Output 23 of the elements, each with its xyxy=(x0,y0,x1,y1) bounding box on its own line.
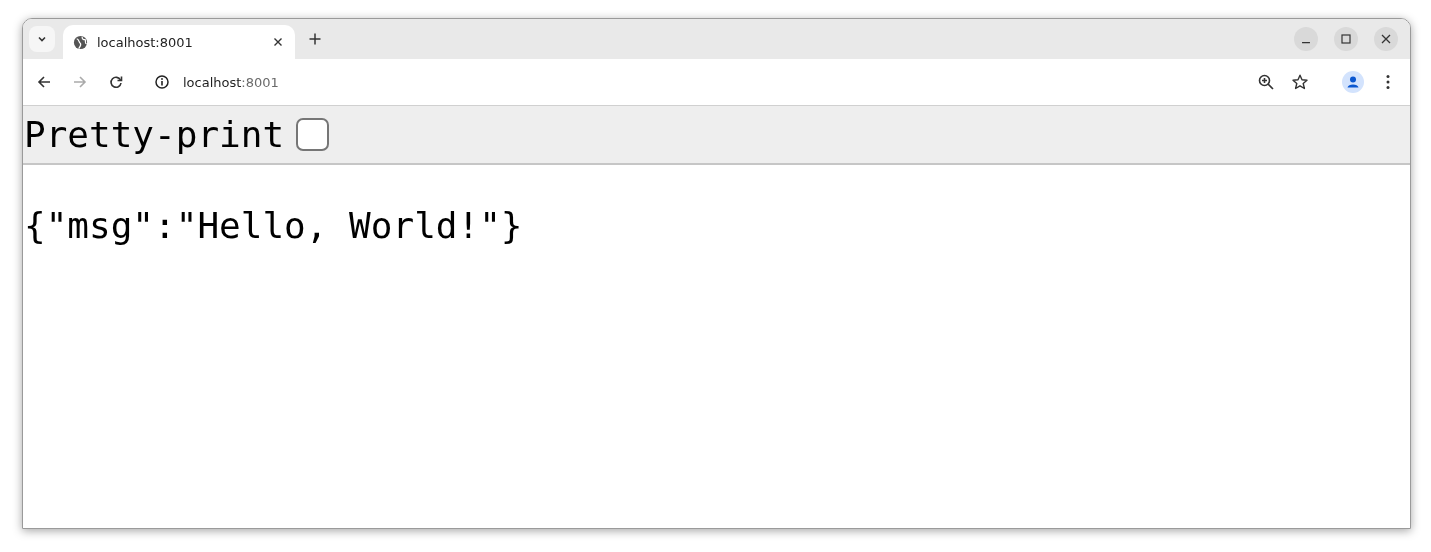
info-icon xyxy=(155,75,169,89)
close-icon[interactable] xyxy=(273,37,283,47)
minimize-icon xyxy=(1302,42,1310,44)
profile-avatar-icon[interactable] xyxy=(1342,71,1364,93)
close-button[interactable] xyxy=(1374,27,1398,51)
pretty-print-checkbox[interactable] xyxy=(296,118,330,151)
menu-icon[interactable] xyxy=(1386,74,1390,90)
maximize-icon xyxy=(1341,34,1351,44)
pretty-print-label: Pretty-print xyxy=(24,114,285,155)
url-port: :8001 xyxy=(241,74,279,90)
url-host: localhost xyxy=(183,74,242,90)
star-icon[interactable] xyxy=(1292,74,1308,90)
maximize-button[interactable] xyxy=(1334,27,1358,51)
reload-icon[interactable] xyxy=(109,75,123,89)
chevron-down-icon xyxy=(37,34,47,44)
close-icon xyxy=(1381,34,1391,44)
back-arrow-icon[interactable] xyxy=(37,75,51,89)
browser-tab[interactable]: localhost:8001 xyxy=(63,25,295,59)
tab-title: localhost:8001 xyxy=(97,34,194,50)
globe-icon xyxy=(73,34,88,50)
zoom-in-icon[interactable] xyxy=(1258,74,1274,90)
plus-icon[interactable] xyxy=(309,33,321,45)
json-text: {"msg":"Hello, World!"} xyxy=(23,205,524,246)
